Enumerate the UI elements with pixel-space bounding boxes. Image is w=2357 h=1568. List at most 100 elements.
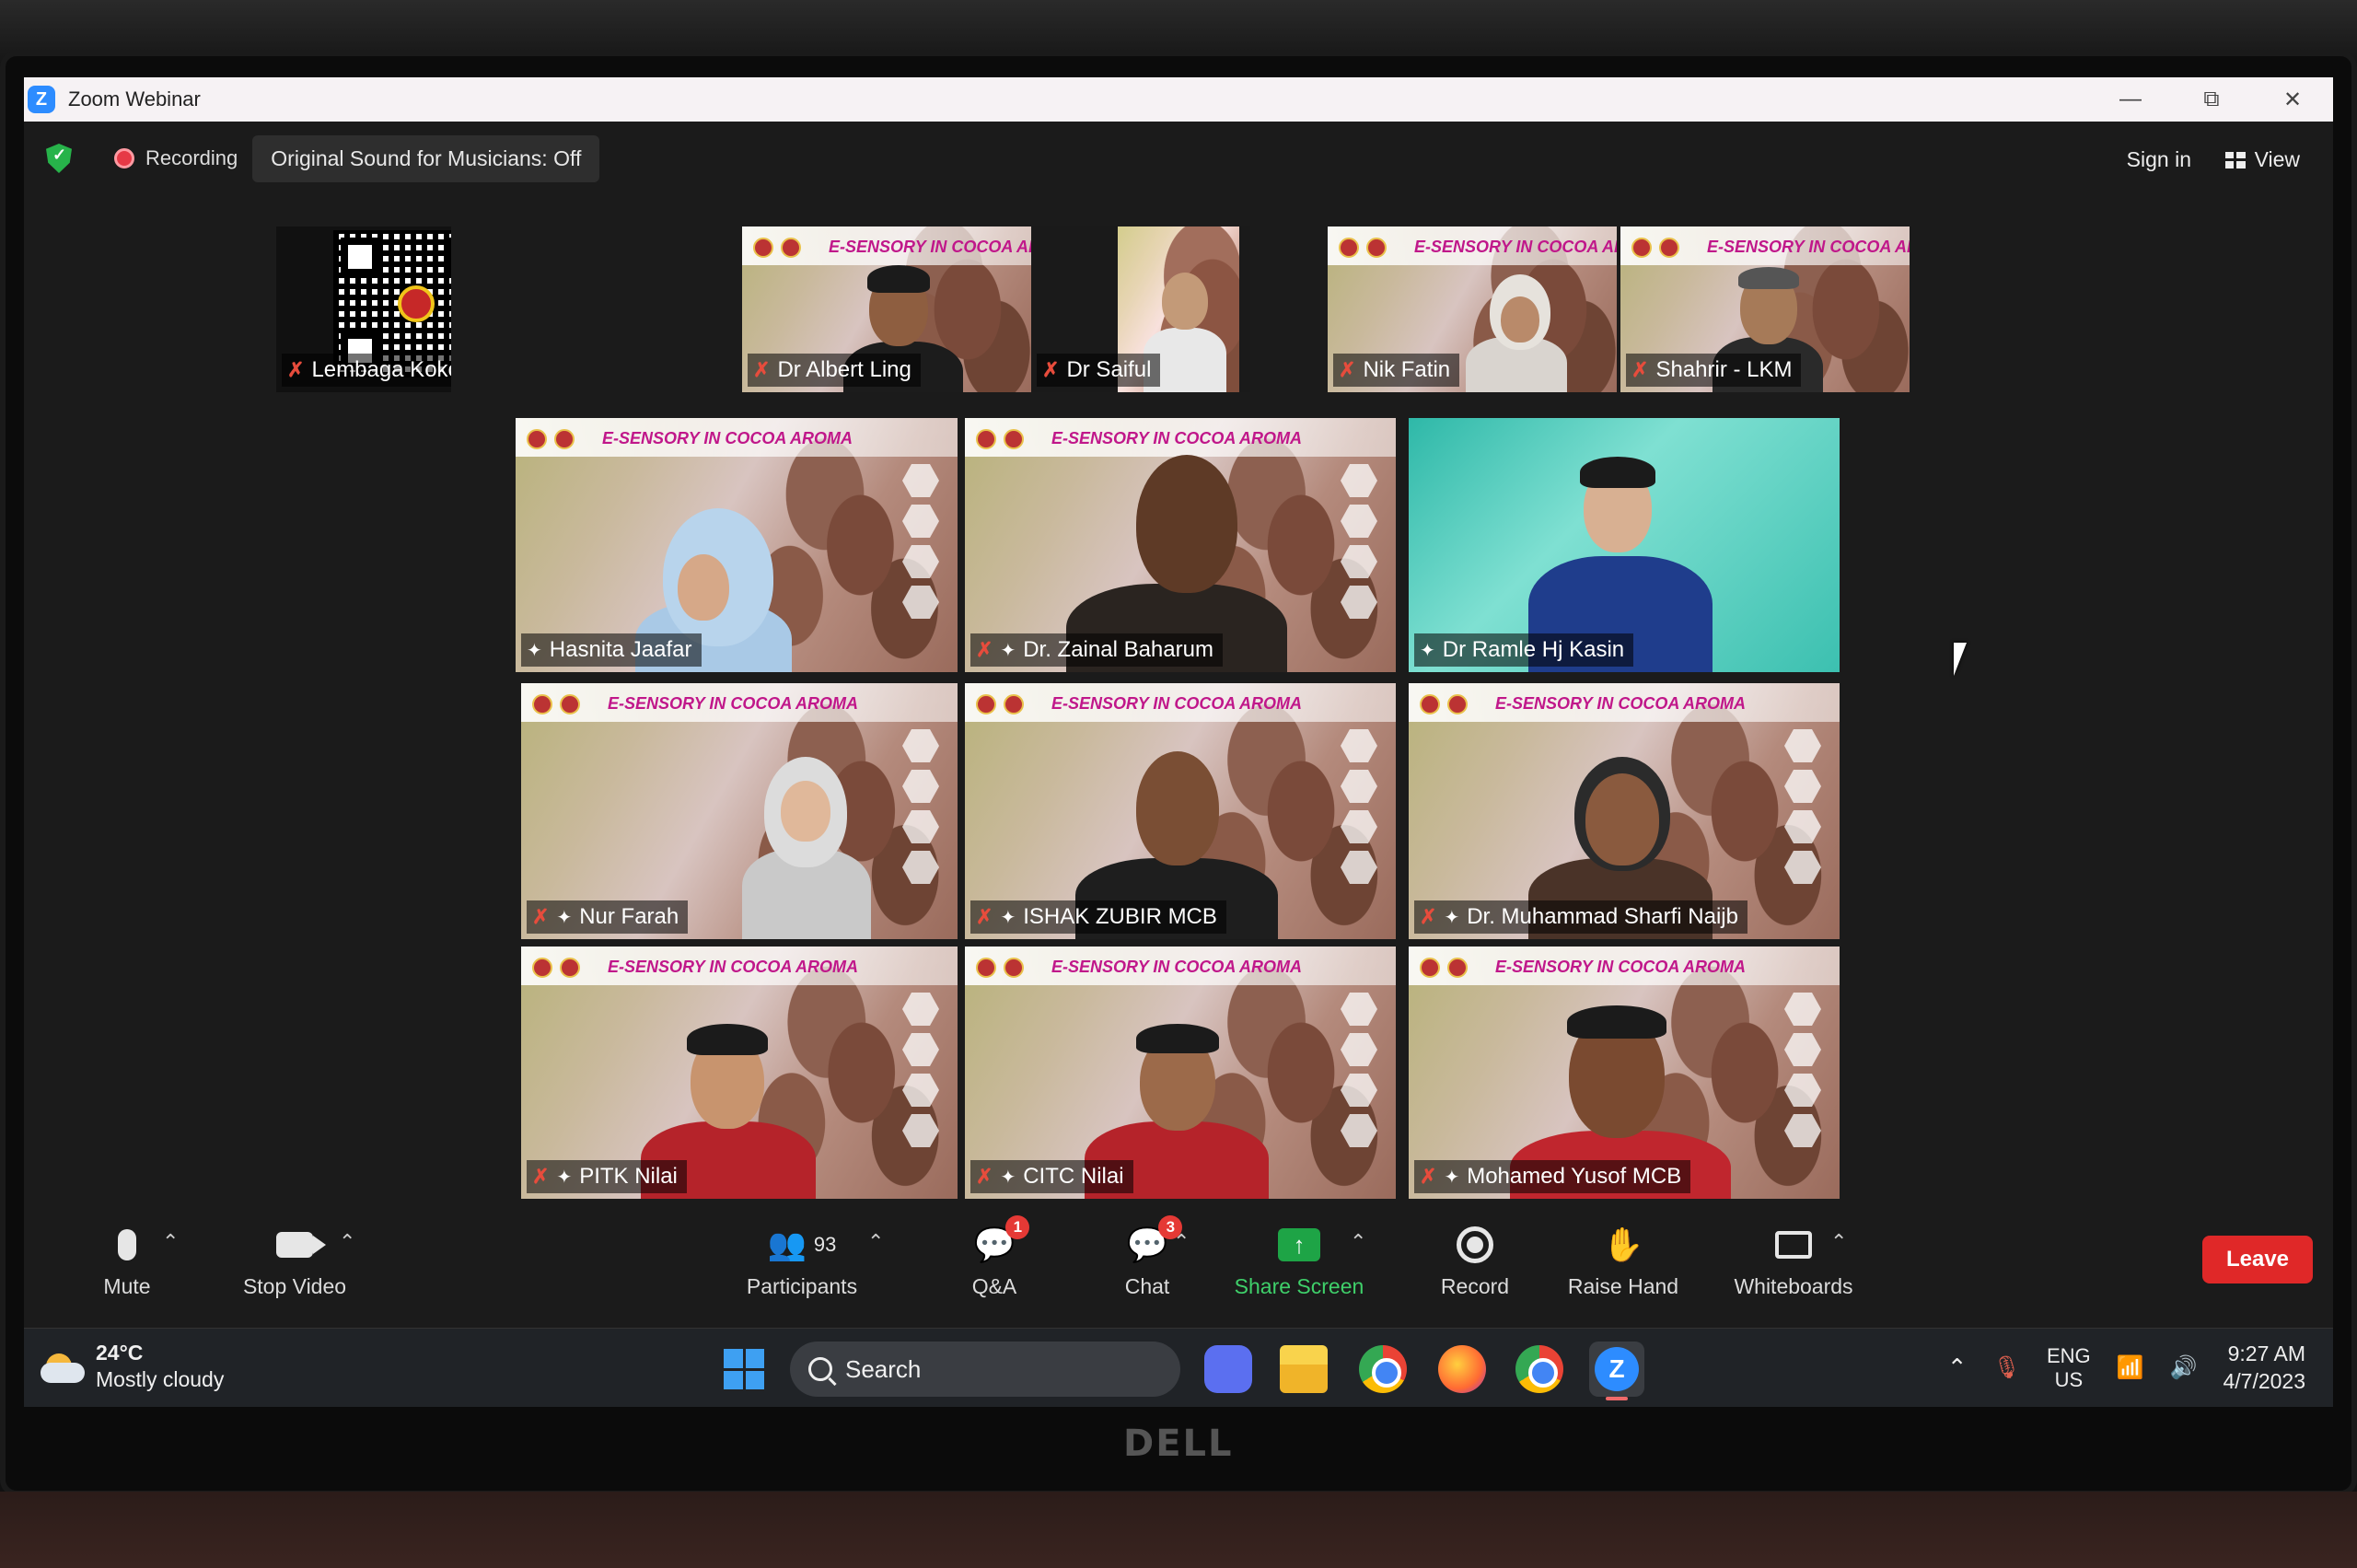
qa-button[interactable]: 💬 1 Q&A [950,1215,1039,1328]
windows-taskbar: 24°C Mostly cloudy Search Z ⌃ 🎙 ENG US 📶… [24,1328,2333,1407]
participant-tile[interactable]: E-SENSORY IN COCOA AROMA ✗ ✦ Mohamed Yus… [1409,947,1840,1199]
wifi-icon[interactable]: 📶 [2117,1355,2144,1382]
participant-tile-active-speaker[interactable]: E-SENSORY IN COCOA AROMA ✦ Hasnita Jaafa… [516,418,958,672]
mic-muted-icon: ✗ [1420,905,1437,928]
windows-start-icon[interactable] [724,1349,764,1389]
mute-button[interactable]: Mute [81,1217,173,1328]
search-icon [808,1357,832,1381]
taskbar-search[interactable]: Search [790,1342,1180,1397]
slide-title: E-SENSORY IN COCOA AROMA [1051,958,1303,976]
slide-title: E-SENSORY IN COCOA AROMA [1707,238,1910,256]
participant-name-tag: ✦ Hasnita Jaafar [521,633,702,667]
participant-name: Nik Fatin [1363,357,1451,382]
participant-name-tag: ✗ ✦ PITK Nilai [527,1160,687,1193]
participant-name-tag: ✗ ✦ CITC Nilai [970,1160,1133,1193]
record-icon [1457,1226,1493,1263]
participant-name: Mohamed Yusof MCB [1467,1164,1682,1189]
slide-title: E-SENSORY IN COCOA AROMA [608,694,859,713]
participant-name-tag: ✗ ✦ Dr. Muhammad Sharfi Naijb [1414,900,1747,934]
mic-muted-icon: ✗ [532,905,550,928]
share-options-caret-icon[interactable]: ⌃ [1350,1230,1366,1254]
clock[interactable]: 9:27 AM 4/7/2023 [2223,1341,2305,1396]
system-tray: ⌃ 🎙 ENG US 📶 🔊 9:27 AM 4/7/2023 [1947,1329,2333,1407]
microphone-icon [118,1229,136,1260]
participants-options-caret-icon[interactable]: ⌃ [867,1230,884,1254]
video-options-caret-icon[interactable]: ⌃ [339,1230,355,1254]
microphone-in-use-icon[interactable]: 🎙 [1993,1355,2021,1382]
partly-cloudy-icon [41,1350,87,1383]
restore-button[interactable]: ⧉ [2171,77,2252,122]
participant-name-tag: ✗ Dr Albert Ling [748,354,921,387]
recording-label[interactable]: Recording [145,146,238,170]
participant-tile[interactable]: ✗ Dr Saiful [1031,226,1250,392]
view-button[interactable]: View [2216,138,2309,181]
meeting-toolbar: Mute ⌃ Stop Video ⌃ 👥 93 Participants ⌃ … [24,1215,2333,1328]
zoom-app-icon: Z [28,86,55,113]
camera-icon [276,1232,326,1258]
share-screen-icon: ↑ [1278,1228,1320,1261]
participant-name: Dr Ramle Hj Kasin [1442,637,1625,662]
participant-name: ISHAK ZUBIR MCB [1023,904,1217,929]
chrome-icon[interactable] [1359,1345,1407,1393]
grid-view-icon [2224,151,2246,168]
leave-button[interactable]: Leave [2202,1236,2313,1283]
mouse-cursor-icon [1954,643,1967,676]
participant-tile[interactable]: E-SENSORY IN COCOA AROMA ✗ Dr Albert Lin… [742,226,1031,392]
participant-tile[interactable]: ✦ Dr Ramle Hj Kasin [1409,418,1840,672]
view-label: View [2254,147,2300,171]
participant-name-tag: ✗ Nik Fatin [1333,354,1460,387]
participant-tile[interactable]: ✗ Lembaga Koko Mala... [276,226,451,392]
participant-name-tag: ✦ Dr Ramle Hj Kasin [1414,633,1634,667]
sign-in-button[interactable]: Sign in [2114,138,2204,181]
zoom-taskbar-icon[interactable]: Z [1589,1342,1644,1400]
participant-tile[interactable]: E-SENSORY IN COCOA AROMA ✗ Shahrir - LKM [1620,226,1910,392]
spotlight-pin-icon: ✦ [556,907,573,928]
audio-options-caret-icon[interactable]: ⌃ [162,1230,179,1254]
meet-app-icon[interactable] [1204,1345,1252,1393]
slide-title: E-SENSORY IN COCOA AROMA [1495,958,1747,976]
close-button[interactable]: ✕ [2252,77,2333,122]
minimize-button[interactable]: — [2090,77,2171,122]
encryption-shield-icon[interactable] [46,144,72,173]
spotlight-pin-icon: ✦ [1000,640,1016,661]
weather-condition: Mostly cloudy [96,1366,225,1391]
spotlight-pin-icon: ✦ [1420,640,1435,661]
participants-button[interactable]: 👥 93 Participants [724,1217,880,1328]
file-explorer-icon[interactable] [1280,1345,1328,1393]
participant-tile[interactable]: E-SENSORY IN COCOA AROMA ✗ ✦ ISHAK ZUBIR… [965,683,1396,939]
monitor-brand-logo: DELL [1123,1423,1234,1465]
raise-hand-icon: ✋ [1602,1225,1644,1263]
participant-tile[interactable]: E-SENSORY IN COCOA AROMA ✗ Nik Fatin [1328,226,1617,392]
participant-tile[interactable]: E-SENSORY IN COCOA AROMA ✗ ✦ Nur Farah [521,683,958,939]
participant-tile[interactable]: E-SENSORY IN COCOA AROMA ✗ ✦ CITC Nilai [965,947,1396,1199]
participant-tile[interactable]: E-SENSORY IN COCOA AROMA ✗ ✦ Dr. Muhamma… [1409,683,1840,939]
raise-hand-button[interactable]: ✋ Raise Hand [1554,1217,1692,1328]
participant-name: CITC Nilai [1023,1164,1124,1189]
chrome-profile-icon[interactable] [1515,1345,1563,1393]
volume-icon[interactable]: 🔊 [2170,1355,2198,1382]
firefox-icon[interactable] [1438,1345,1486,1393]
clock-date: 4/7/2023 [2223,1369,2305,1393]
weather-widget[interactable]: 24°C Mostly cloudy [41,1340,224,1393]
record-button[interactable]: Record [1420,1217,1530,1328]
show-hidden-icons-chevron-icon[interactable]: ⌃ [1947,1353,1968,1382]
chat-options-caret-icon[interactable]: ⌃ [1173,1230,1190,1254]
mic-muted-icon: ✗ [753,358,771,381]
mic-muted-icon: ✗ [976,638,993,661]
slide-title: E-SENSORY IN COCOA AROMA [1051,429,1303,447]
language-indicator[interactable]: ENG US [2047,1344,2091,1393]
mic-muted-icon: ✗ [532,1165,550,1188]
slide-title: E-SENSORY IN COCOA AROMA [1414,238,1617,256]
qa-badge: 1 [1005,1215,1030,1239]
mic-muted-icon: ✗ [1420,1165,1437,1188]
participant-name: Hasnita Jaafar [549,637,692,662]
mic-muted-icon: ✗ [287,358,305,381]
slide-title: E-SENSORY IN COCOA AROMA [1495,694,1747,713]
original-sound-toggle[interactable]: Original Sound for Musicians: Off [252,134,600,182]
mic-muted-icon: ✗ [976,905,993,928]
participant-name: Dr Albert Ling [777,357,911,382]
participant-tile[interactable]: E-SENSORY IN COCOA AROMA ✗ ✦ Dr. Zainal … [965,418,1396,672]
participant-name: Lembaga Koko Mala... [311,357,451,382]
participant-tile[interactable]: E-SENSORY IN COCOA AROMA ✗ ✦ PITK Nilai [521,947,958,1199]
whiteboards-options-caret-icon[interactable]: ⌃ [1830,1230,1847,1254]
